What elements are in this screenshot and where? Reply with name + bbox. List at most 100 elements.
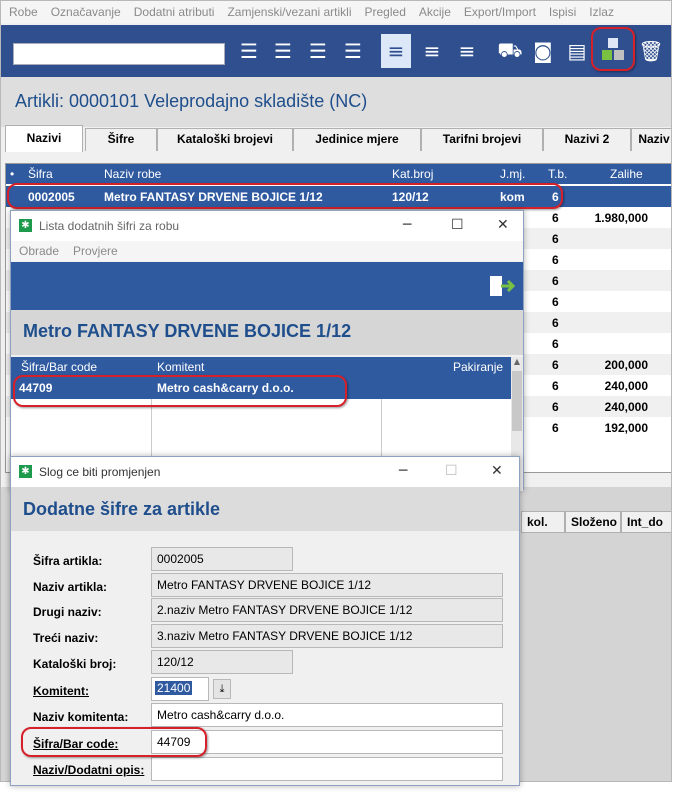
col-header-sifra[interactable]: Šifra — [28, 167, 53, 181]
highlight-ring-dialog-row — [13, 375, 347, 407]
page-title: Artikli: 0000101 Veleprodajno skladište … — [15, 91, 368, 111]
article-name-heading: Metro FANTASY DRVENE BOJICE 1/12 — [23, 321, 352, 341]
hand-truck-icon[interactable]: ⛟ — [496, 37, 524, 65]
tab-kol[interactable]: kol. — [521, 511, 565, 533]
cell-zalihe: 200,000 — [604, 358, 648, 372]
menu-ispisi[interactable]: Ispisi — [549, 5, 576, 19]
tab-naziv[interactable]: Naziv — [631, 128, 671, 151]
list-arrow-icon[interactable]: ☰ — [269, 37, 297, 65]
field-dodatni-opis[interactable] — [151, 757, 503, 781]
lines-icon[interactable]: ≡ — [418, 37, 446, 65]
col-header-pakiranje[interactable]: Pakiranje — [453, 360, 503, 374]
cell-zalihe: 1.980,000 — [594, 211, 648, 225]
field-naziv-komitenta[interactable]: Metro cash&carry d.o.o. — [151, 703, 503, 727]
lookup-arrow-icon[interactable]: ⤓ — [213, 679, 231, 699]
menu-obrade[interactable]: Obrade — [19, 244, 59, 258]
edit-record-dialog: ✱ Slog ce biti promjenjen ─ ☐ ✕ Dodatne … — [10, 456, 520, 786]
cell-tb: 6 — [552, 232, 559, 246]
cell-zalihe: 240,000 — [604, 379, 648, 393]
dialog-titlebar: ✱ Lista dodatnih šifri za robu ─ ☐ ✕ — [11, 211, 523, 241]
menu-pregled[interactable]: Pregled — [365, 5, 406, 19]
lines-icon[interactable]: ≡ — [381, 34, 411, 68]
dialog-menu-bar: Obrade Provjere — [11, 241, 523, 261]
app-icon: ✱ — [19, 219, 32, 232]
document-icon[interactable]: ▤ — [563, 37, 591, 65]
menu-izlaz[interactable]: Izlaz — [589, 5, 614, 19]
col-header-zalihe[interactable]: Zalihe — [610, 167, 643, 181]
menu-export-import[interactable]: Export/Import — [464, 5, 536, 19]
col-header-katbroj[interactable]: Kat.broj — [392, 167, 433, 181]
list-refresh-icon[interactable]: ☰ — [339, 37, 367, 65]
dialog-heading: Dodatne šifre za artikle — [23, 499, 221, 519]
menu-oznacavanje[interactable]: Označavanje — [51, 5, 121, 19]
highlight-ring-barcode — [21, 727, 207, 757]
tab-nazivi-2[interactable]: Nazivi 2 — [543, 128, 631, 151]
field-treci-naziv: 3.naziv Metro FANTASY DRVENE BOJICE 1/12 — [151, 624, 503, 648]
menu-zamjenski-artikli[interactable]: Zamjenski/vezani artikli — [227, 5, 351, 19]
trash-icon[interactable]: 🗑 — [637, 37, 665, 65]
menu-robe[interactable]: Robe — [9, 5, 38, 19]
label-katalogski-broj: Kataloški broj: — [33, 657, 117, 671]
cell-zalihe: 192,000 — [604, 421, 648, 435]
cell-tb: 6 — [552, 421, 559, 435]
menu-provjere[interactable]: Provjere — [73, 244, 118, 258]
cell-tb: 6 — [552, 316, 559, 330]
tab-tarifni-brojevi[interactable]: Tarifni brojevi — [421, 128, 543, 151]
tab-strip: Nazivi Šifre Kataloški brojevi Jedinice … — [5, 125, 671, 152]
menu-dodatni-atributi[interactable]: Dodatni atributi — [134, 5, 215, 19]
col-header-barcode[interactable]: Šifra/Bar code — [21, 360, 97, 374]
cell-tb: 6 — [552, 253, 559, 267]
tab-jedinice-mjere[interactable]: Jedinice mjere — [293, 128, 421, 151]
search-input[interactable] — [13, 43, 225, 65]
maximize-icon: ☐ — [445, 463, 458, 479]
row-marker-header: • — [10, 167, 15, 181]
tab-int-do[interactable]: Int_do — [621, 511, 671, 533]
label-naziv-artikla: Naziv artikla: — [33, 580, 108, 594]
toolbar: ☰ ☰ ☰ ☰ ≡ ≡ ≡ ⛟ ◙ ▤ 🗑 — [1, 25, 671, 77]
field-katalogski-broj: 120/12 — [151, 650, 293, 674]
camera-icon[interactable]: ◙ — [529, 37, 557, 65]
komitent-value: 21400 — [155, 681, 193, 695]
cell-tb: 6 — [552, 379, 559, 393]
field-komitent[interactable]: 21400 — [151, 677, 209, 701]
list-delete-icon[interactable]: ☰ — [304, 37, 332, 65]
field-naziv-artikla: Metro FANTASY DRVENE BOJICE 1/12 — [151, 573, 503, 597]
col-header-komitent[interactable]: Komitent — [157, 360, 204, 374]
label-naziv-komitenta: Naziv komitenta: — [33, 710, 129, 724]
dialog-titlebar: ✱ Slog ce biti promjenjen ─ ☐ ✕ — [11, 457, 519, 487]
tab-sifre[interactable]: Šifre — [85, 128, 157, 151]
grid-header: Šifra/Bar code Komitent Pakiranje — [11, 357, 511, 377]
exit-icon[interactable] — [489, 274, 515, 298]
tab-nazivi[interactable]: Nazivi — [5, 125, 83, 152]
cell-tb: 6 — [552, 295, 559, 309]
cell-tb: 6 — [552, 337, 559, 351]
col-header-jmj[interactable]: J.mj. — [500, 167, 525, 181]
grid-header: • Šifra Naziv robe Kat.broj J.mj. T.b. Z… — [6, 164, 671, 184]
label-drugi-naziv: Drugi naziv: — [33, 605, 102, 619]
tab-katalogski-brojevi[interactable]: Kataloški brojevi — [157, 128, 293, 151]
field-drugi-naziv: 2.naziv Metro FANTASY DRVENE BOJICE 1/12 — [151, 598, 503, 622]
label-sifra-artikla: Šifra artikla: — [33, 554, 103, 568]
col-header-naziv[interactable]: Naziv robe — [104, 167, 161, 181]
cell-tb: 6 — [552, 274, 559, 288]
col-header-tb[interactable]: T.b. — [548, 167, 567, 181]
cell-tb: 6 — [552, 358, 559, 372]
tab-slozeno[interactable]: Složeno — [565, 511, 621, 533]
label-dodatni-opis: Naziv/Dodatni opis: — [33, 763, 145, 777]
cell-tb: 6 — [552, 211, 559, 225]
menu-bar: Robe Označavanje Dodatni atributi Zamjen… — [1, 1, 671, 23]
minimize-icon[interactable]: ─ — [403, 217, 411, 233]
highlight-ring-toolbar — [591, 27, 635, 71]
close-icon[interactable]: ✕ — [491, 463, 503, 479]
list-export-icon[interactable]: ☰ — [235, 37, 263, 65]
highlight-ring-row — [7, 183, 563, 209]
menu-akcije[interactable]: Akcije — [419, 5, 451, 19]
dialog-title: Lista dodatnih šifri za robu — [39, 219, 180, 233]
close-icon[interactable]: ✕ — [497, 217, 509, 233]
cell-tb: 6 — [552, 400, 559, 414]
maximize-icon[interactable]: ☐ — [451, 217, 464, 233]
app-icon: ✱ — [19, 465, 32, 478]
minimize-icon[interactable]: ─ — [399, 463, 407, 479]
lines-icon[interactable]: ≡ — [453, 37, 481, 65]
label-treci-naziv: Treći naziv: — [33, 631, 99, 645]
